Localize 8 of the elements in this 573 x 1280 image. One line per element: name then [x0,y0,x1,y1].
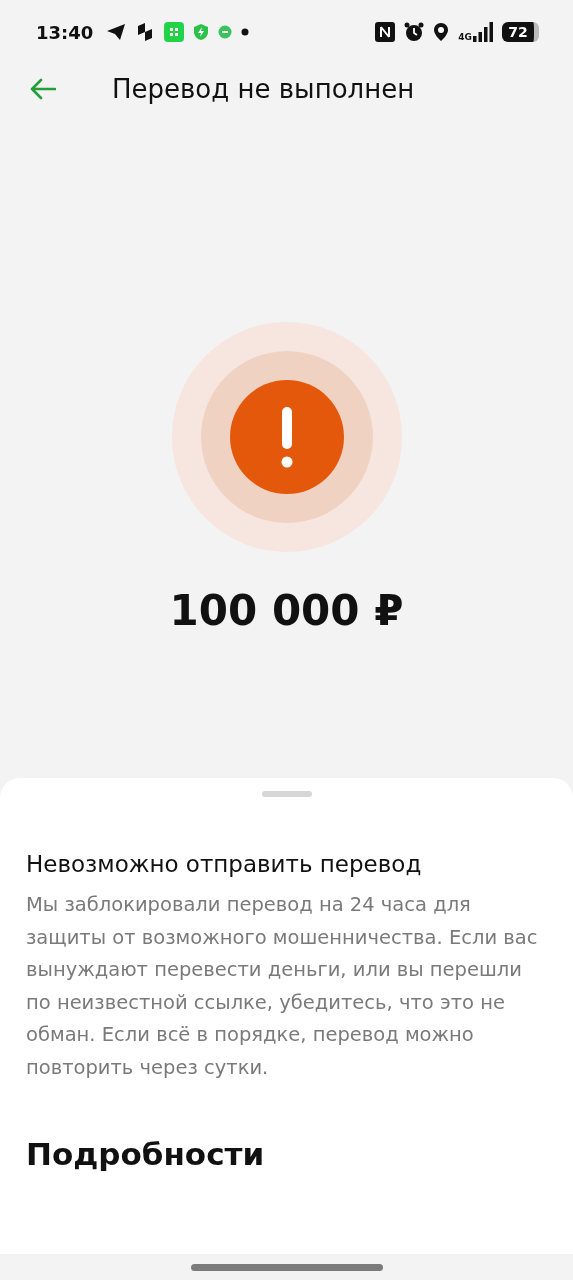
amount-text: 100 000 ₽ [169,586,404,635]
network-label: 4G [458,32,472,42]
sheet-message: Мы заблокировали перевод на 24 часа для защиты от возможного мошенничества. Если вас вынуждают перевести деньги, или вы перешли по неизвестной ссылке, убедитесь, что это не обман. Если всё в порядке, перевод можно повторить через сутки. [26,892,539,1081]
screen-title: Перевод не выполнен [112,74,415,104]
sheet-title: Невозможно отправить перевод [26,851,423,877]
battery-level: 72 [508,24,528,40]
status-time: 13:40 [36,21,94,43]
details-heading: Подробности [26,1136,266,1172]
